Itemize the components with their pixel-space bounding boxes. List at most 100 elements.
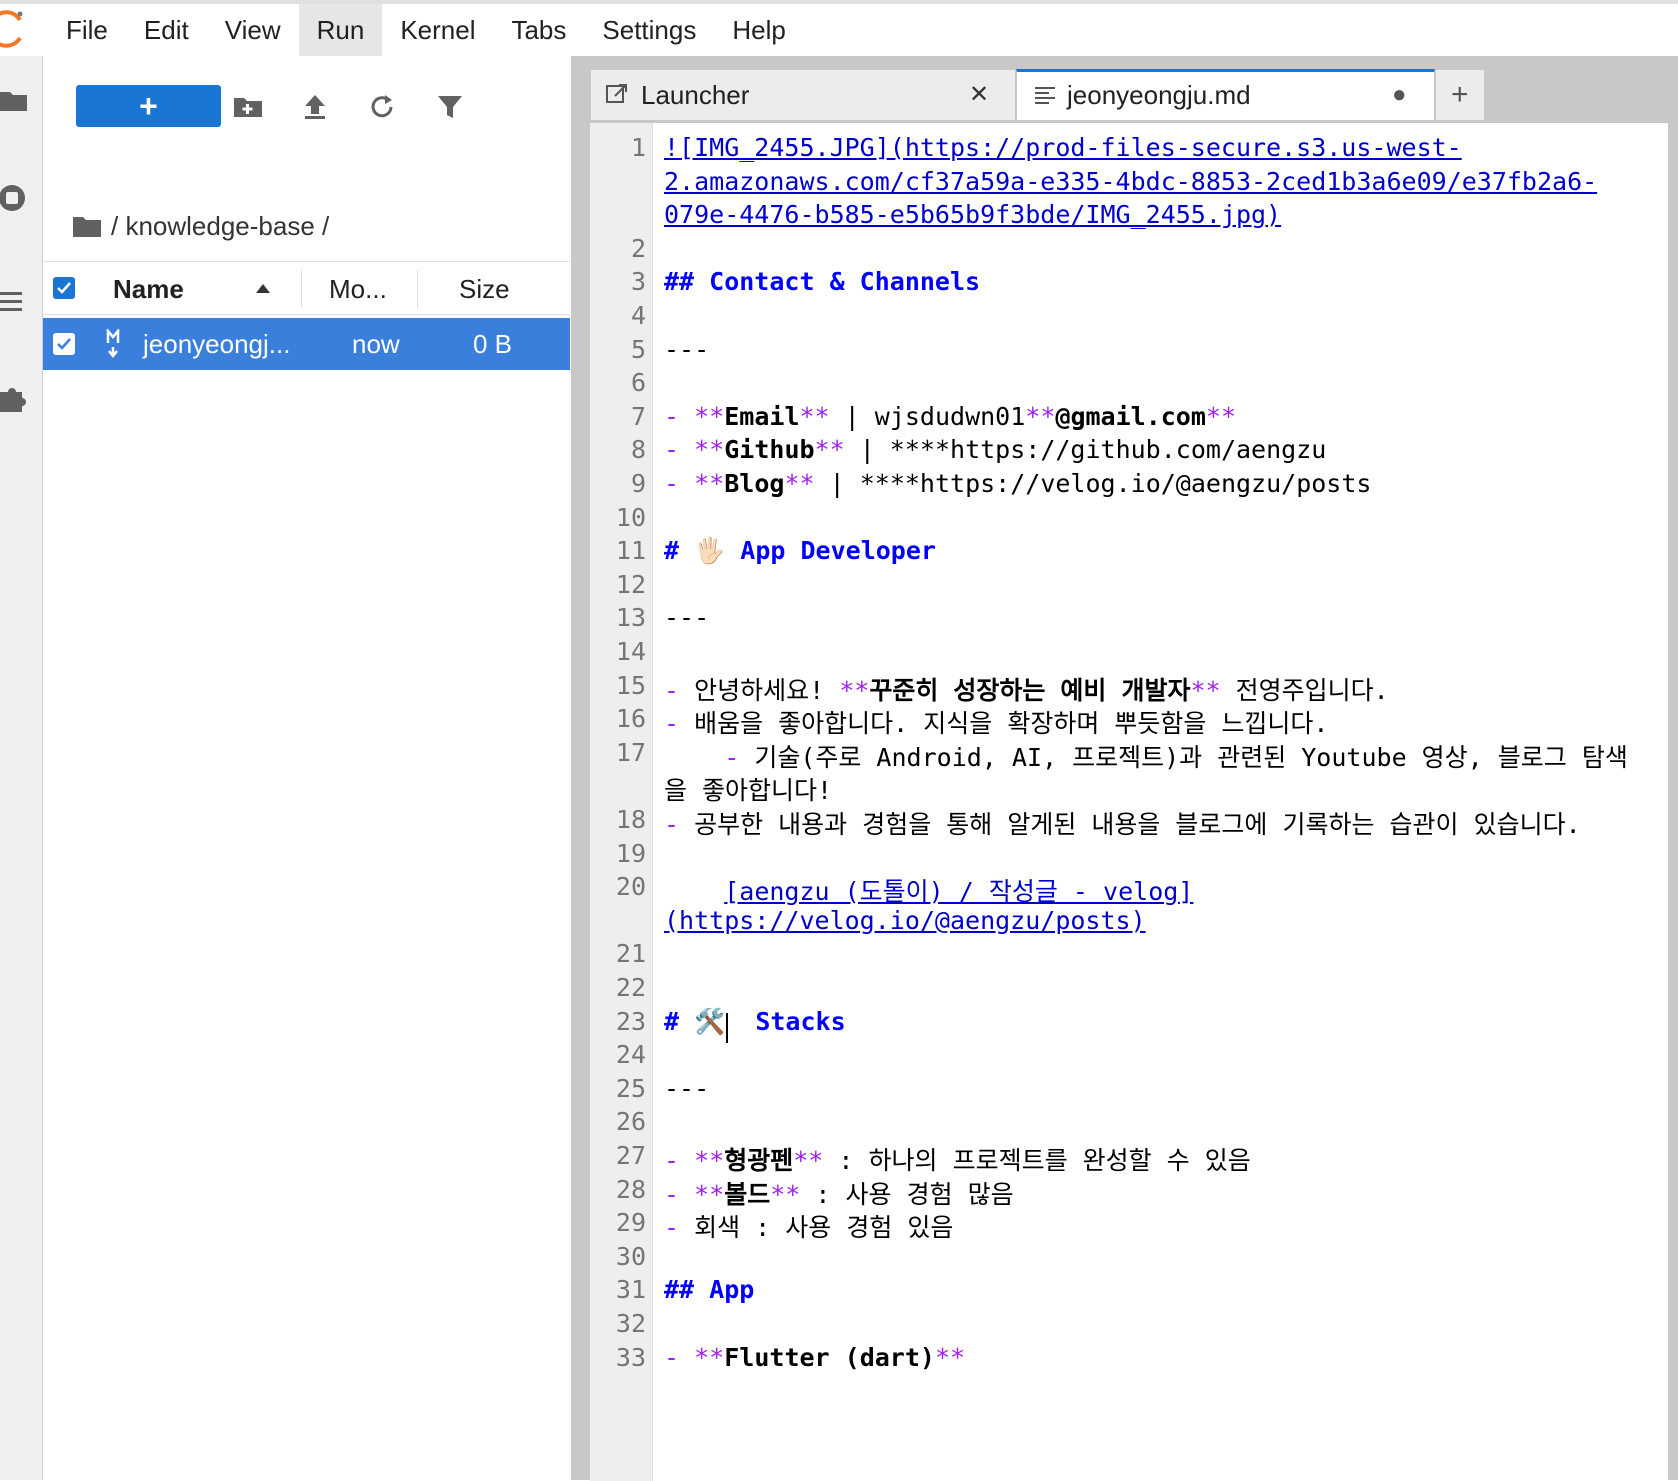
line-number: 9 [630, 469, 646, 498]
tab-label: Launcher [641, 80, 750, 110]
table-of-contents-icon[interactable] [0, 286, 30, 316]
code-line[interactable]: 을 좋아합니다! [664, 771, 832, 807]
code-line[interactable]: - 회색 : 사용 경험 있음 [664, 1208, 953, 1244]
file-modified: now [352, 329, 400, 359]
tab-jeonyeongju-md[interactable]: jeonyeongju.md ● [1016, 69, 1435, 121]
code-line[interactable]: - 기술(주로 Android, AI, 프로젝트)과 관련된 Youtube … [664, 738, 1628, 774]
close-icon[interactable]: ✕ [969, 70, 989, 120]
line-number: 25 [615, 1073, 646, 1103]
menu-tabs[interactable]: Tabs [493, 4, 584, 56]
menu-bar: File Edit View Run Kernel Tabs Settings Help [0, 0, 1678, 56]
line-number: 12 [615, 569, 646, 599]
code-line[interactable]: # 🛠️ Stacks [664, 1007, 846, 1037]
file-list-header: Name Mo... Size [43, 261, 570, 315]
menu-settings[interactable]: Settings [584, 4, 714, 56]
row-checkbox[interactable] [53, 333, 75, 355]
check-icon [57, 282, 71, 294]
line-number: 2 [630, 233, 646, 263]
line-number: 15 [615, 670, 646, 700]
line-number: 18 [615, 805, 646, 834]
text-cursor [726, 1013, 728, 1043]
line-number: 19 [615, 838, 646, 868]
code-line[interactable]: - **형광펜** : 하나의 프로젝트를 완성할 수 있음 [664, 1141, 1251, 1177]
line-number: 10 [615, 502, 646, 532]
line-number: 13 [615, 603, 646, 633]
tab-label: jeonyeongju.md [1067, 80, 1251, 110]
code-line[interactable]: --- [664, 1074, 709, 1103]
code-line[interactable]: - **Flutter (dart)** [664, 1343, 965, 1372]
file-browser: + / knowledge-base / Name Mo... Size jeo… [43, 56, 570, 1480]
column-size[interactable]: Size [459, 262, 510, 316]
line-number: 26 [615, 1107, 646, 1137]
breadcrumb-path[interactable]: / knowledge-base / [111, 211, 329, 242]
code-line[interactable]: --- [664, 335, 709, 364]
file-browser-toolbar: + [43, 56, 570, 156]
line-number: 32 [615, 1309, 646, 1338]
line-number: 31 [615, 1275, 646, 1305]
column-divider[interactable] [301, 270, 302, 308]
line-number: 3 [630, 267, 646, 297]
line-number: 7 [630, 401, 646, 431]
line-number: 23 [615, 1006, 646, 1036]
code-line[interactable]: ## App [664, 1275, 754, 1304]
menu-items: File Edit View Run Kernel Tabs Settings Help [48, 4, 804, 56]
unsaved-dot-icon[interactable]: ● [1392, 70, 1407, 120]
code-line[interactable]: - **Github** | ****https://github.com/ae… [664, 435, 1326, 464]
code-line[interactable]: # 🖐🏻 App Developer [664, 536, 936, 566]
line-number: 17 [615, 737, 646, 767]
menu-edit[interactable]: Edit [126, 4, 207, 56]
code-line[interactable]: 079e-4476-b585-e5b65b9f3bde/IMG_2455.jpg… [664, 200, 1281, 229]
code-line[interactable]: 2.amazonaws.com/cf37a59a-e335-4bdc-8853-… [664, 167, 1597, 196]
line-number: 22 [615, 973, 646, 1002]
column-divider[interactable] [417, 270, 418, 308]
line-number: 27 [615, 1141, 646, 1170]
plus-icon: + [139, 87, 158, 124]
line-number: 11 [615, 536, 646, 566]
line-number: 16 [615, 704, 646, 734]
code-line[interactable]: ![IMG_2455.JPG](https://prod-files-secur… [664, 133, 1462, 162]
breadcrumb: / knowledge-base / [73, 208, 329, 244]
upload-icon[interactable] [300, 92, 330, 122]
menu-file[interactable]: File [48, 4, 126, 56]
menu-view[interactable]: View [207, 4, 299, 56]
line-number: 4 [630, 301, 646, 330]
code-line[interactable]: - **볼드** : 사용 경험 많음 [664, 1175, 1014, 1211]
file-list-item[interactable]: jeonyeongj... now 0 B [43, 318, 570, 370]
filter-icon[interactable] [435, 92, 465, 122]
menu-kernel[interactable]: Kernel [382, 4, 493, 56]
column-modified[interactable]: Mo... [329, 262, 387, 316]
check-icon [57, 338, 71, 350]
running-terminals-icon[interactable] [0, 183, 30, 213]
file-size: 0 B [473, 329, 513, 359]
code-line[interactable]: --- [664, 603, 709, 632]
line-number: 21 [615, 939, 646, 969]
new-launcher-button[interactable]: + [76, 85, 221, 127]
tab-launcher[interactable]: Launcher ✕ [590, 69, 1016, 121]
select-all-checkbox[interactable] [53, 277, 75, 299]
new-folder-icon[interactable] [233, 92, 263, 122]
markdown-file-icon [106, 329, 120, 359]
plus-icon: + [1451, 78, 1469, 111]
menu-run[interactable]: Run [298, 4, 383, 56]
code-line[interactable]: - **Email** | wjsdudwn01**@gmail.com** [664, 402, 1236, 431]
new-tab-button[interactable]: + [1435, 69, 1485, 121]
text-file-icon [1035, 87, 1055, 104]
folder-icon[interactable] [73, 215, 101, 237]
line-number: 20 [615, 872, 646, 902]
code-line[interactable]: - **Blog** | ****https://velog.io/@aengz… [664, 469, 1371, 498]
column-name[interactable]: Name [113, 262, 184, 316]
folder-icon[interactable] [0, 86, 30, 116]
code-line[interactable]: - 안녕하세요! **꾸준히 성장하는 예비 개발자** 전영주입니다. [664, 671, 1389, 707]
extension-manager-icon[interactable] [0, 384, 30, 414]
code-line[interactable]: ## Contact & Channels [664, 267, 980, 296]
menu-help[interactable]: Help [714, 4, 803, 56]
code-line[interactable]: [aengzu (도톨이) / 작성글 - velog] [664, 872, 1193, 908]
code-line[interactable]: - 배움을 좋아합니다. 지식을 확장하며 뿌듯함을 느낍니다. [664, 704, 1328, 740]
refresh-icon[interactable] [367, 92, 397, 122]
code-line[interactable]: - 공부한 내용과 경험을 통해 알게된 내용을 블로그에 기록하는 습관이 있… [664, 805, 1581, 841]
line-number: 33 [615, 1342, 646, 1372]
launcher-icon [606, 84, 627, 103]
markdown-editor[interactable]: 1 2 3 4 5 6 7 8 9 10 11 12 13 14 15 16 17 18 19 20 21 22 23 24 2… [590, 122, 1668, 1481]
file-name: jeonyeongj... [143, 329, 291, 359]
code-line[interactable]: (https://velog.io/@aengzu/posts) [664, 906, 1146, 935]
